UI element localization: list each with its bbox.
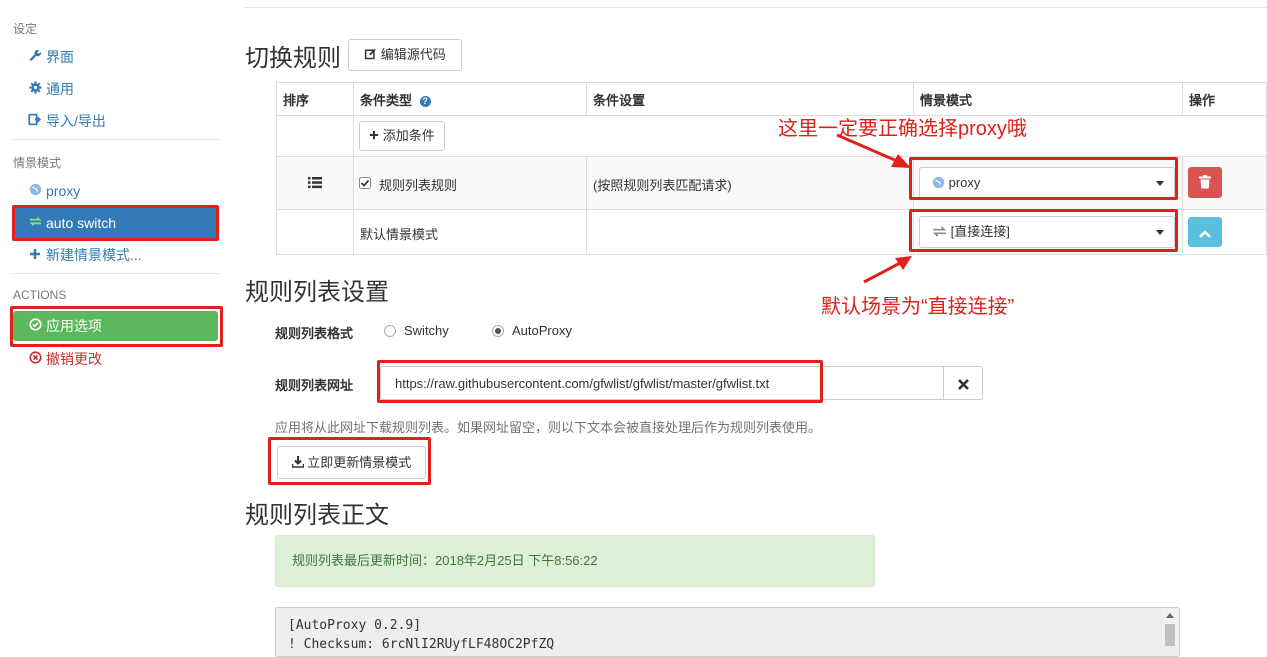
sidebar-item-label: proxy	[46, 183, 81, 199]
cell	[276, 115, 354, 157]
url-help-text: 应用将从此网址下载规则列表。如果网址留空，则以下文本会被直接处理后作为规则列表使…	[275, 420, 822, 435]
format-option-label: AutoProxy	[512, 323, 572, 338]
switch-rules-title: 切换规则	[245, 45, 341, 72]
radio-icon	[384, 324, 396, 337]
scrollbar-thumb[interactable]	[1165, 624, 1175, 646]
format-option-switchy[interactable]: Switchy	[384, 323, 449, 338]
trash-icon	[1199, 175, 1211, 192]
annotation-bottom: 默认场景为“直接连接”	[821, 296, 1015, 318]
check-circle-icon	[27, 311, 43, 341]
sidebar-divider	[13, 273, 220, 274]
import-export-icon	[27, 106, 43, 136]
clear-url-button[interactable]	[943, 366, 983, 400]
rule-list-line: [AutoProxy 0.2.9]	[288, 618, 422, 633]
annotation-arrow-icon	[863, 256, 912, 284]
apply-options-button[interactable]: 应用选项	[13, 311, 218, 341]
rule-condition-text: (按照规则列表匹配请求)	[593, 178, 732, 193]
default-profile-value: [直接连接]	[950, 224, 1010, 239]
scroll-up-icon[interactable]	[1166, 613, 1174, 618]
chevron-down-icon	[1156, 230, 1164, 235]
discard-label: 撤销更改	[46, 351, 102, 367]
col-header: 排序	[276, 82, 354, 116]
sidebar-item-label: 通用	[46, 81, 74, 97]
sidebar-item-auto-switch[interactable]: auto switch	[13, 208, 218, 238]
annotation-arrow-icon	[836, 133, 911, 168]
gear-icon	[27, 74, 43, 104]
format-option-autoproxy[interactable]: AutoProxy	[492, 323, 572, 338]
switch-icon	[27, 208, 43, 238]
col-header-condition-type: 条件类型 ?	[353, 82, 587, 116]
help-icon[interactable]: ?	[419, 95, 431, 107]
rule-list-settings-title: 规则列表设置	[245, 279, 389, 306]
globe-icon	[932, 175, 949, 190]
format-label: 规则列表格式	[275, 326, 354, 341]
format-option-label: Switchy	[404, 323, 449, 338]
sidebar-item-label: 导入/导出	[46, 113, 106, 129]
move-up-button[interactable]	[1188, 217, 1222, 247]
rule-profile-select[interactable]: proxy	[919, 167, 1175, 199]
last-updated-alert: 规则列表最后更新时间：2018年2月25日 下午8:56:22	[275, 535, 875, 587]
top-divider	[244, 7, 1267, 8]
close-circle-icon	[27, 344, 43, 374]
sidebar-item-proxy[interactable]: proxy	[13, 176, 218, 206]
profiles-header: 情景模式	[13, 156, 62, 170]
direct-connect-icon	[932, 224, 951, 239]
default-profile-label: 默认情景模式	[360, 227, 439, 242]
sidebar-item-import-export[interactable]: 导入/导出	[13, 106, 218, 136]
update-now-button[interactable]: 立即更新情景模式	[277, 446, 426, 479]
rule-profile-value: proxy	[948, 175, 981, 190]
globe-icon	[27, 176, 43, 206]
add-condition-label: 添加条件	[382, 128, 435, 143]
settings-header: 设定	[13, 22, 38, 36]
add-condition-button[interactable]: 添加条件	[359, 121, 445, 151]
default-profile-select[interactable]: [直接连接]	[919, 216, 1175, 248]
new-profile-link[interactable]: 新建情景模式...	[13, 240, 218, 270]
cell	[586, 209, 914, 255]
url-label: 规则列表网址	[275, 378, 354, 393]
plus-icon	[369, 128, 383, 143]
sidebar-divider	[13, 139, 220, 140]
new-profile-label: 新建情景模式...	[46, 247, 142, 263]
rule-type-text: 规则列表规则	[379, 178, 458, 193]
col-header: 情景模式	[913, 82, 1183, 116]
sidebar-item-label: auto switch	[46, 215, 117, 231]
edit-icon	[364, 47, 381, 62]
update-now-label: 立即更新情景模式	[307, 455, 412, 470]
apply-label: 应用选项	[46, 318, 102, 334]
rule-list-url-input[interactable]	[380, 366, 944, 400]
edit-source-label: 编辑源代码	[380, 47, 446, 62]
edit-source-button[interactable]: 编辑源代码	[348, 39, 462, 71]
col-header-label: 条件类型	[360, 92, 413, 108]
sidebar-item-interface[interactable]: 界面	[13, 42, 218, 72]
close-icon	[958, 378, 969, 393]
table-header-row: 排序 条件类型 ? 条件设置 情景模式 操作	[276, 82, 1267, 116]
rule-list-line: ! Checksum: 6rcNlI2RUyfLF48OC2PfZQ	[288, 637, 555, 652]
rule-enabled-checkbox[interactable]	[359, 177, 371, 192]
wrench-icon	[27, 42, 43, 72]
sidebar-item-label: 界面	[46, 49, 74, 65]
delete-rule-button[interactable]	[1188, 167, 1222, 198]
sidebar-item-general[interactable]: 通用	[13, 74, 218, 104]
rule-list-text-title: 规则列表正文	[245, 502, 389, 529]
textarea-scrollbar[interactable]	[1162, 609, 1178, 646]
download-icon	[291, 455, 308, 470]
drag-handle-icon[interactable]	[308, 176, 322, 192]
plus-icon	[27, 240, 43, 270]
discard-changes-button[interactable]: 撤销更改	[13, 344, 218, 374]
actions-header: ACTIONS	[13, 288, 67, 302]
col-header: 条件设置	[586, 82, 914, 116]
chevron-up-icon	[1199, 227, 1211, 242]
sidebar: 设定 界面 通用 导入/导出 情景模式 proxy auto switch 新建…	[0, 0, 228, 646]
radio-selected-icon	[492, 324, 504, 337]
col-header: 操作	[1182, 82, 1267, 116]
chevron-down-icon	[1156, 181, 1164, 186]
rule-list-textarea[interactable]: [AutoProxy 0.2.9] ! Checksum: 6rcNlI2RUy…	[275, 607, 1180, 657]
cell	[276, 209, 354, 255]
